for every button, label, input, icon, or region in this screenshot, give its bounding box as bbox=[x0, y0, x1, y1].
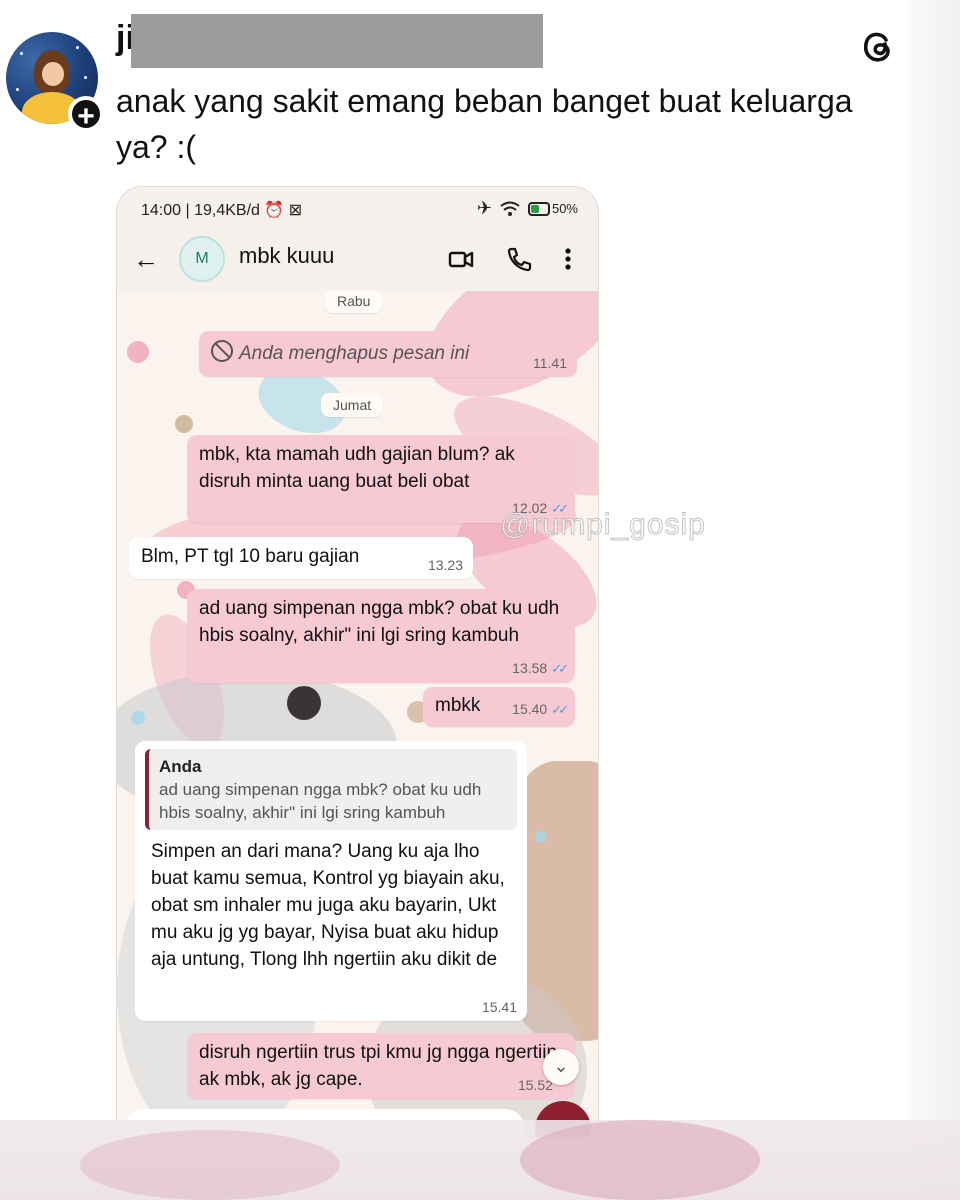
date-separator: Rabu bbox=[325, 291, 383, 313]
phone-call-icon[interactable] bbox=[505, 245, 533, 273]
scroll-down-chevron-icon[interactable]: ⌄ bbox=[543, 1049, 579, 1085]
message-text: mbkk bbox=[435, 695, 481, 716]
right-edge-fade bbox=[908, 0, 960, 1200]
contact-name[interactable]: mbk kuuu bbox=[239, 243, 334, 269]
watermark-text: @rumpi_gosip bbox=[500, 508, 706, 542]
date-separator: Jumat bbox=[321, 393, 384, 417]
message-time: 15.41 bbox=[481, 999, 517, 1015]
threads-logo-icon[interactable] bbox=[858, 26, 898, 66]
message-text: Simpen an dari mana? Uang ku aja lho bua… bbox=[151, 841, 505, 970]
status-bar: 14:00 | 19,4KB/d ⏰ ⊠ ✈ 50% bbox=[117, 187, 598, 231]
quoted-message[interactable]: Anda ad uang simpenan ngga mbk? obat ku … bbox=[145, 749, 517, 830]
read-receipt-icon: ✓✓ bbox=[551, 661, 569, 676]
status-left-text: 14:00 | 19,4KB/d ⏰ ⊠ bbox=[141, 202, 303, 219]
message-time: 15.40 ✓✓ bbox=[512, 701, 569, 717]
profile-avatar-group[interactable]: + bbox=[6, 32, 104, 133]
chat-screenshot: 14:00 | 19,4KB/d ⏰ ⊠ ✈ 50% ← M mbk kuuu bbox=[116, 186, 599, 1138]
message-bubble-outgoing[interactable]: mbkk 15.40 ✓✓ bbox=[423, 687, 575, 727]
quoted-text: ad uang simpenan ngga mbk? obat ku udh h… bbox=[159, 780, 482, 822]
message-bubble-incoming-reply[interactable]: Anda ad uang simpenan ngga mbk? obat ku … bbox=[135, 741, 527, 1021]
status-right: ✈ 50% bbox=[477, 198, 578, 219]
message-bubble-outgoing[interactable]: ad uang simpenan ngga mbk? obat ku udh h… bbox=[187, 589, 575, 683]
battery-level: 50% bbox=[551, 201, 578, 216]
video-call-icon[interactable] bbox=[447, 245, 475, 273]
quoted-sender: Anda bbox=[159, 757, 202, 776]
message-text: Blm, PT tgl 10 baru gajian bbox=[141, 546, 360, 567]
airplane-icon: ✈ bbox=[476, 198, 492, 218]
post-text: anak yang sakit emang beban banget buat … bbox=[116, 83, 853, 165]
message-time: 11.41 bbox=[533, 355, 567, 371]
bottom-blur-overlay bbox=[0, 1120, 960, 1200]
contact-avatar[interactable]: M bbox=[179, 236, 225, 282]
wifi-icon bbox=[500, 201, 520, 216]
alarm-icon: ⏰ bbox=[264, 202, 285, 219]
username-redaction bbox=[131, 14, 543, 68]
read-receipt-icon: ✓✓ bbox=[551, 702, 569, 717]
message-text: disruh ngertiin trus tpi kmu jg ngga nge… bbox=[199, 1042, 558, 1090]
back-arrow-icon[interactable]: ← bbox=[133, 245, 161, 273]
chat-wallpaper: Rabu Anda menghapus pesan ini 11.41 Juma… bbox=[117, 291, 598, 1137]
deleted-ban-icon bbox=[211, 340, 233, 362]
gallery-notification-icon: ⊠ bbox=[288, 202, 303, 219]
battery-icon: 50% bbox=[527, 201, 578, 216]
message-time: 13.58 ✓✓ bbox=[512, 660, 569, 676]
message-bubble-incoming[interactable]: Blm, PT tgl 10 baru gajian 13.23 bbox=[129, 537, 473, 579]
deleted-message-bubble[interactable]: Anda menghapus pesan ini 11.41 bbox=[199, 331, 577, 377]
message-time: 13.23 bbox=[427, 557, 463, 573]
follow-plus-icon[interactable]: + bbox=[68, 96, 104, 133]
message-text: ad uang simpenan ngga mbk? obat ku udh h… bbox=[199, 598, 560, 646]
message-bubble-outgoing[interactable]: disruh ngertiin trus tpi kmu jg ngga nge… bbox=[187, 1033, 575, 1099]
message-text: mbk, kta mamah udh gajian blum? ak disru… bbox=[199, 444, 515, 492]
chat-app-bar: ← M mbk kuuu bbox=[117, 231, 598, 292]
more-vertical-icon[interactable] bbox=[557, 245, 579, 273]
